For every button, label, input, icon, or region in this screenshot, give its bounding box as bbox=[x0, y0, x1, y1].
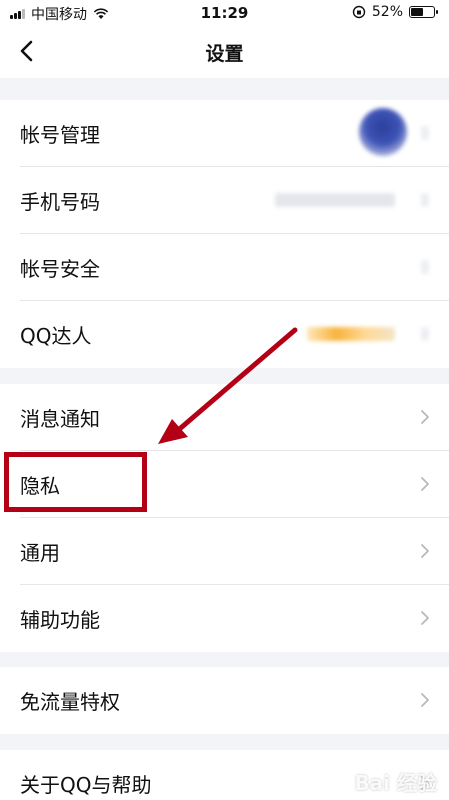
watermark: Bai 经验 bbox=[354, 771, 437, 795]
annotation-arrow bbox=[158, 327, 298, 444]
